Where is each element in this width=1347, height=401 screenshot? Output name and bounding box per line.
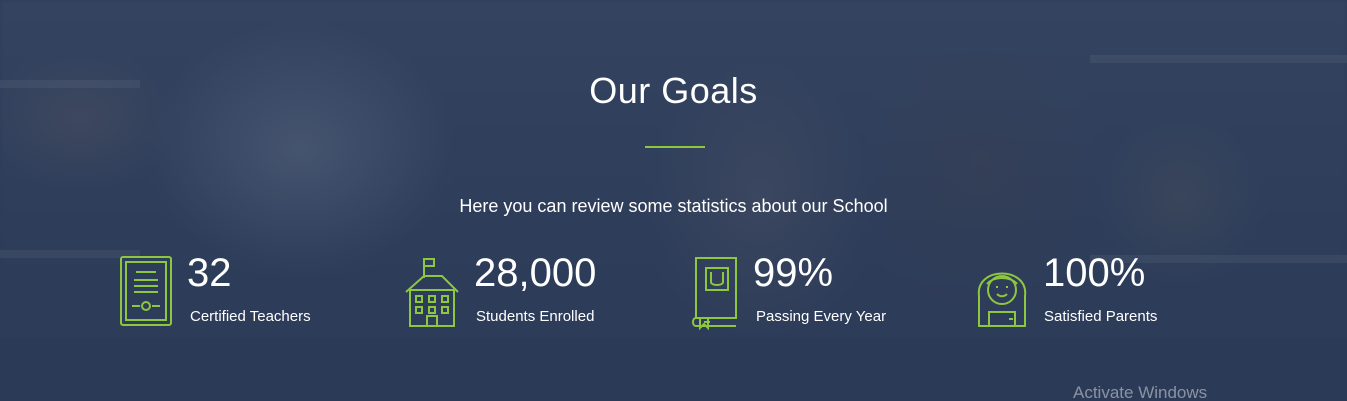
school-building-icon — [404, 256, 460, 328]
book-icon — [690, 256, 746, 331]
stat-value: 100% — [1043, 251, 1146, 295]
stat-value: 32 — [187, 251, 232, 295]
stat-value: 28,000 — [474, 251, 597, 295]
stat-label: Passing Every Year — [756, 308, 887, 325]
stat-label: Satisfied Parents — [1044, 308, 1158, 325]
title-underline — [645, 146, 705, 148]
goals-section: Our Goals Here you can review some stati… — [0, 0, 1347, 401]
section-subtitle: Here you can review some statistics abou… — [459, 196, 888, 216]
certificate-icon — [120, 256, 176, 328]
stat-satisfied-parents: 100% Satisfied Parents — [975, 250, 1195, 330]
stat-certified-teachers: 32 Certified Teachers — [120, 250, 340, 330]
stat-label: Students Enrolled — [476, 308, 595, 325]
section-title: Our Goals — [589, 70, 758, 111]
stat-value: 99% — [753, 251, 834, 295]
stat-label: Certified Teachers — [190, 308, 311, 325]
stat-students-enrolled: 28,000 Students Enrolled — [404, 250, 634, 330]
activate-windows-watermark: Activate Windows — [1073, 383, 1208, 401]
parent-face-icon — [975, 256, 1031, 328]
stat-passing-every-year: 99% Passing Every Year — [690, 250, 910, 331]
